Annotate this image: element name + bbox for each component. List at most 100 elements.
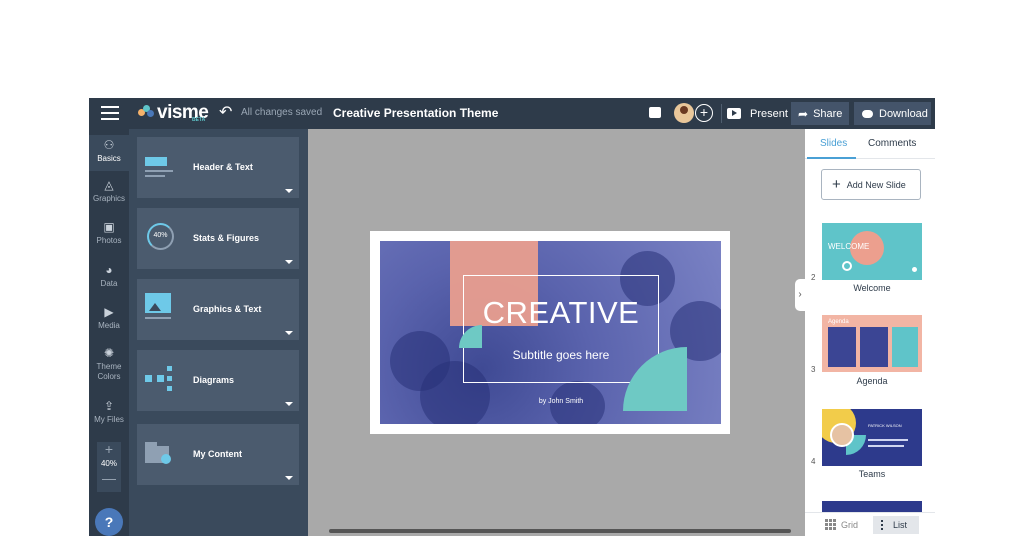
media-icon: ▶	[104, 305, 114, 319]
slide-thumbnail-agenda[interactable]: Agenda	[822, 315, 922, 372]
save-status: All changes saved	[241, 107, 323, 118]
menu-icon[interactable]	[101, 106, 119, 120]
rail-item-theme-colors[interactable]: ✺ Theme Colors	[89, 347, 129, 382]
horizontal-scrollbar[interactable]	[329, 529, 791, 533]
slide-name: Teams	[858, 469, 886, 479]
card-diagrams[interactable]: Diagrams	[137, 350, 299, 411]
logo-mark-icon	[138, 105, 154, 121]
card-stats-figures[interactable]: 40% Stats & Figures	[137, 208, 299, 269]
active-tab-indicator	[807, 157, 856, 159]
slide-title[interactable]: CREATIVE	[463, 295, 659, 331]
folder-icon	[145, 438, 179, 468]
rail-item-photos[interactable]: ▣ Photos	[89, 220, 129, 246]
thumb-line	[868, 439, 908, 441]
share-label: Share	[813, 107, 843, 120]
tab-slides[interactable]: Slides	[820, 138, 847, 149]
photos-icon: ▣	[103, 220, 115, 234]
zoom-control: + 40% —	[97, 442, 121, 492]
zoom-level: 40%	[100, 459, 117, 468]
comment-icon[interactable]	[649, 107, 661, 118]
tab-comments[interactable]: Comments	[868, 138, 916, 149]
avatar[interactable]	[674, 103, 694, 123]
slide-number: 3	[811, 365, 816, 374]
thumb-title: PATRICK WILSON	[868, 423, 902, 428]
rail-item-graphics[interactable]: ◬ Graphics	[89, 178, 129, 204]
grid-view-button[interactable]: Grid	[825, 519, 858, 530]
grid-label: Grid	[841, 519, 859, 530]
palette-icon: ✺	[103, 346, 115, 360]
rail-item-my-files[interactable]: ⇪ My Files	[89, 399, 129, 425]
thumb-title: Agenda	[828, 319, 849, 325]
add-slide-label: Add New Slide	[846, 179, 906, 190]
basics-icon: ⚇	[103, 138, 115, 152]
thumb-block	[860, 327, 888, 367]
view-toggle-bar: Grid List	[805, 512, 935, 536]
basics-panel: Header & Text 40% Stats & Figures Graphi…	[129, 129, 308, 536]
rail-item-label: Photos	[96, 236, 122, 245]
zoom-in-button[interactable]: +	[97, 442, 121, 456]
download-button[interactable]: Download	[854, 102, 931, 125]
rail-item-data[interactable]: ◕ Data	[89, 263, 129, 289]
slide-number: 4	[811, 457, 816, 466]
card-label: Graphics & Text	[193, 304, 262, 314]
card-header-text[interactable]: Header & Text	[137, 137, 299, 198]
card-label: Diagrams	[193, 375, 235, 385]
add-collaborator-button[interactable]: +	[695, 104, 713, 122]
cloud-download-icon	[862, 109, 873, 118]
thumb-block	[828, 327, 856, 367]
slide-thumbnail-teams[interactable]: PATRICK WILSON	[822, 409, 922, 466]
slide-content: CREATIVE Subtitle goes here by John Smit…	[380, 241, 721, 424]
document-title[interactable]: Creative Presentation Theme	[333, 106, 498, 120]
card-label: Header & Text	[193, 162, 253, 172]
list-view-button[interactable]: List	[873, 516, 919, 534]
zoom-out-button[interactable]: —	[97, 471, 121, 485]
left-rail: ⚇ Basics ◬ Graphics ▣ Photos ◕ Data ▶ Me…	[89, 129, 129, 536]
add-new-slide-button[interactable]: + Add New Slide	[821, 169, 921, 200]
header-text-icon	[145, 151, 179, 181]
thumb-line	[868, 445, 904, 447]
slide-subtitle[interactable]: Subtitle goes here	[463, 348, 659, 362]
rail-item-label: Graphics	[92, 194, 125, 203]
thumb-block	[892, 327, 918, 367]
slide-thumbnail-welcome[interactable]: WELCOME	[822, 223, 922, 280]
rail-item-media[interactable]: ▶ Media	[89, 305, 129, 331]
graphics-text-icon	[145, 293, 179, 323]
stats-thumb-text: 40%	[153, 232, 168, 239]
share-button[interactable]: ➦ Share	[791, 102, 849, 125]
slide-canvas[interactable]: CREATIVE Subtitle goes here by John Smit…	[308, 129, 805, 536]
chevron-down-icon[interactable]	[285, 260, 293, 264]
share-arrow-icon: ➦	[798, 106, 809, 121]
present-label: Present	[750, 107, 788, 120]
download-label: Download	[879, 107, 928, 120]
card-label: My Content	[193, 449, 242, 459]
list-icon	[881, 520, 883, 530]
beta-badge: BETA	[192, 117, 206, 123]
rail-item-basics[interactable]: ⚇ Basics	[89, 135, 129, 171]
slide-name: Agenda	[856, 376, 888, 386]
chevron-down-icon[interactable]	[285, 476, 293, 480]
visme-logo[interactable]: visme BETA	[138, 101, 209, 125]
rail-item-label: Theme Colors	[96, 362, 122, 381]
chevron-down-icon[interactable]	[285, 402, 293, 406]
help-button[interactable]: ?	[95, 508, 123, 536]
collapse-panel-button[interactable]: ›	[795, 279, 805, 311]
slide-byline[interactable]: by John Smith	[463, 398, 659, 405]
rail-item-label: Basics	[97, 154, 121, 163]
rail-item-label: My Files	[94, 415, 124, 424]
chevron-down-icon[interactable]	[285, 189, 293, 193]
thumb-ring	[842, 261, 852, 271]
slide-name: Welcome	[853, 283, 891, 293]
undo-icon[interactable]: ↶	[219, 105, 235, 121]
present-button[interactable]: Present	[727, 102, 789, 125]
chevron-down-icon[interactable]	[285, 331, 293, 335]
thumb-dot	[912, 267, 917, 272]
pie-chart-icon: ◕	[105, 263, 113, 277]
slide-thumbnail-next[interactable]	[822, 501, 922, 512]
slides-panel: › Slides Comments + Add New Slide WELCOM…	[795, 129, 935, 536]
card-my-content[interactable]: My Content	[137, 424, 299, 485]
upload-icon: ⇪	[103, 399, 115, 413]
toolbar-divider	[721, 104, 722, 123]
graphics-icon: ◬	[104, 178, 114, 192]
slide[interactable]: CREATIVE Subtitle goes here by John Smit…	[370, 231, 730, 434]
card-graphics-text[interactable]: Graphics & Text	[137, 279, 299, 340]
